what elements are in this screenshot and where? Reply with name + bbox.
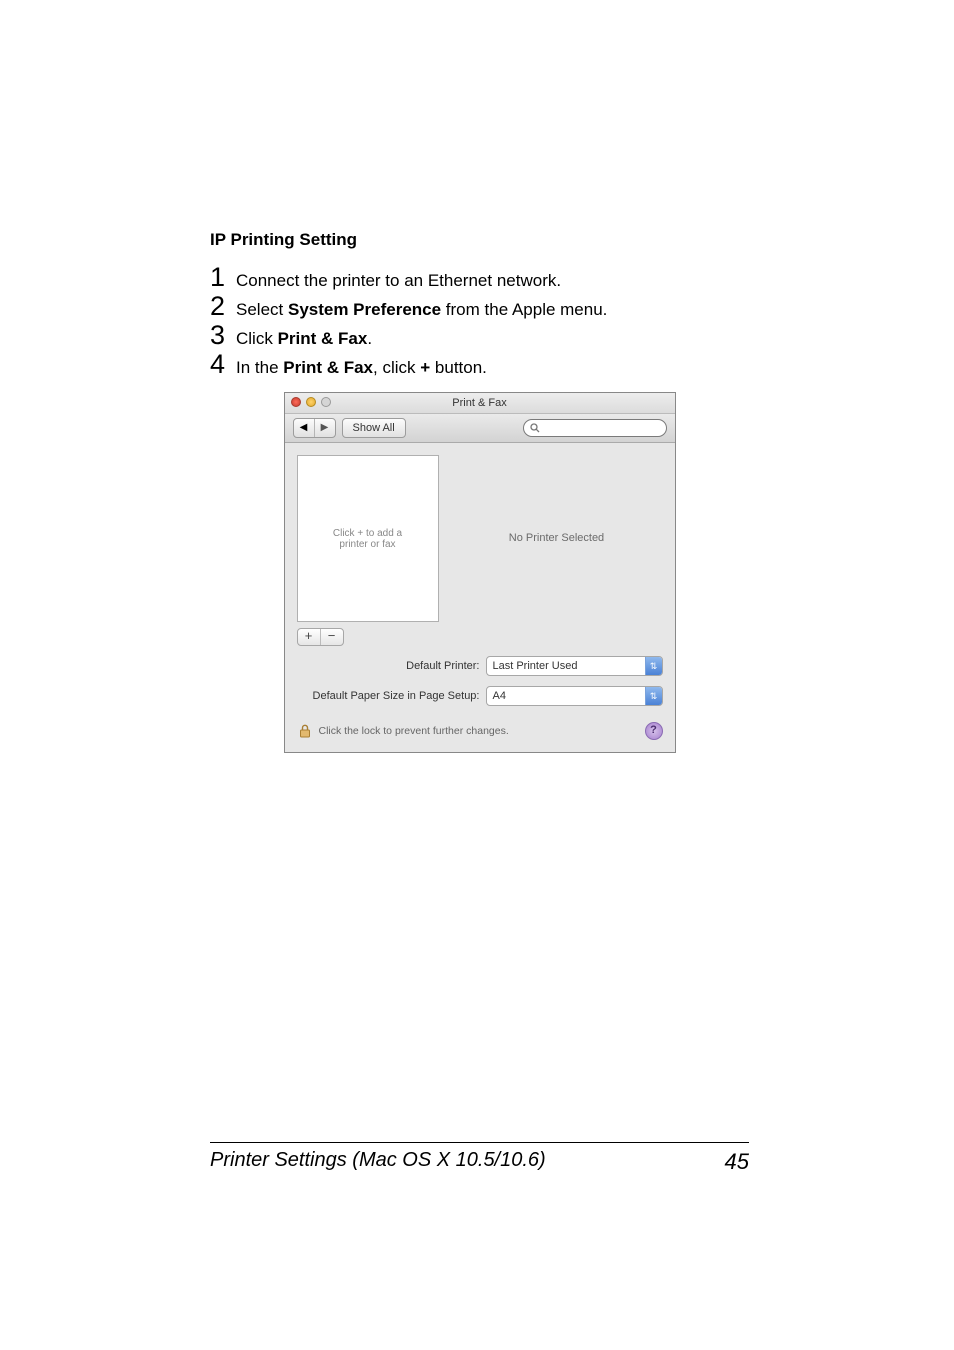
step-3: 3 Click Print & Fax. bbox=[210, 322, 749, 349]
paper-size-select[interactable]: A4 ⇅ bbox=[486, 686, 663, 706]
back-button[interactable]: ◀ bbox=[294, 419, 315, 437]
printer-list[interactable]: Click + to add a printer or fax bbox=[297, 455, 439, 622]
zoom-icon[interactable] bbox=[321, 397, 331, 407]
minimize-icon[interactable] bbox=[306, 397, 316, 407]
add-printer-button[interactable]: + bbox=[298, 629, 321, 645]
lock-text: Click the lock to prevent further change… bbox=[319, 725, 509, 737]
lock-icon[interactable] bbox=[297, 723, 313, 739]
step-text: In the Print & Fax, click + button. bbox=[236, 358, 487, 378]
toolbar: ◀ ▶ Show All bbox=[285, 414, 675, 443]
footer-title: Printer Settings (Mac OS X 10.5/10.6) bbox=[210, 1149, 546, 1175]
close-icon[interactable] bbox=[291, 397, 301, 407]
add-remove-segmented: + − bbox=[297, 628, 344, 646]
lock-row: Click the lock to prevent further change… bbox=[297, 722, 663, 740]
text-fragment: , click bbox=[373, 358, 420, 377]
bold-term: Print & Fax bbox=[278, 329, 368, 348]
step-text: Select System Preference from the Apple … bbox=[236, 300, 607, 320]
select-value: A4 bbox=[487, 690, 645, 702]
step-number: 3 bbox=[210, 322, 236, 349]
text-fragment: Click bbox=[236, 329, 278, 348]
printer-list-hint: Click + to add a printer or fax bbox=[333, 528, 402, 550]
search-icon bbox=[530, 423, 540, 433]
step-text: Click Print & Fax. bbox=[236, 329, 372, 349]
printer-detail-area: No Printer Selected bbox=[451, 455, 663, 620]
paper-size-row: Default Paper Size in Page Setup: A4 ⇅ bbox=[297, 686, 663, 706]
default-printer-row: Default Printer: Last Printer Used ⇅ bbox=[297, 656, 663, 676]
text-fragment: from the Apple menu. bbox=[441, 300, 607, 319]
section-heading: IP Printing Setting bbox=[210, 230, 749, 250]
chevron-updown-icon: ⇅ bbox=[645, 687, 662, 705]
forward-button[interactable]: ▶ bbox=[315, 419, 335, 437]
no-printer-label: No Printer Selected bbox=[509, 532, 604, 544]
step-number: 2 bbox=[210, 293, 236, 320]
paper-size-label: Default Paper Size in Page Setup: bbox=[313, 690, 480, 702]
nav-segmented: ◀ ▶ bbox=[293, 418, 336, 438]
default-printer-label: Default Printer: bbox=[406, 660, 479, 672]
step-number: 1 bbox=[210, 264, 236, 291]
bold-term: + bbox=[420, 358, 430, 377]
window-titlebar: Print & Fax bbox=[285, 393, 675, 414]
help-button[interactable]: ? bbox=[645, 722, 663, 740]
default-printer-select[interactable]: Last Printer Used ⇅ bbox=[486, 656, 663, 676]
text-fragment: In the bbox=[236, 358, 283, 377]
step-number: 4 bbox=[210, 351, 236, 378]
step-4: 4 In the Print & Fax, click + button. bbox=[210, 351, 749, 378]
bold-term: Print & Fax bbox=[283, 358, 373, 377]
print-fax-window: Print & Fax ◀ ▶ Show All Click + to bbox=[284, 392, 676, 753]
window-title: Print & Fax bbox=[452, 397, 506, 409]
text-fragment: Select bbox=[236, 300, 288, 319]
show-all-button[interactable]: Show All bbox=[342, 418, 406, 438]
chevron-updown-icon: ⇅ bbox=[645, 657, 662, 675]
page-footer: Printer Settings (Mac OS X 10.5/10.6) 45 bbox=[210, 1142, 749, 1175]
bold-term: System Preference bbox=[288, 300, 441, 319]
text-fragment: . bbox=[367, 329, 372, 348]
step-2: 2 Select System Preference from the Appl… bbox=[210, 293, 749, 320]
remove-printer-button[interactable]: − bbox=[321, 629, 343, 645]
page-number: 45 bbox=[725, 1149, 749, 1175]
text-fragment: button. bbox=[430, 358, 487, 377]
search-input[interactable] bbox=[523, 419, 667, 437]
step-1: 1 Connect the printer to an Ethernet net… bbox=[210, 264, 749, 291]
select-value: Last Printer Used bbox=[487, 660, 645, 672]
step-text: Connect the printer to an Ethernet netwo… bbox=[236, 271, 561, 291]
